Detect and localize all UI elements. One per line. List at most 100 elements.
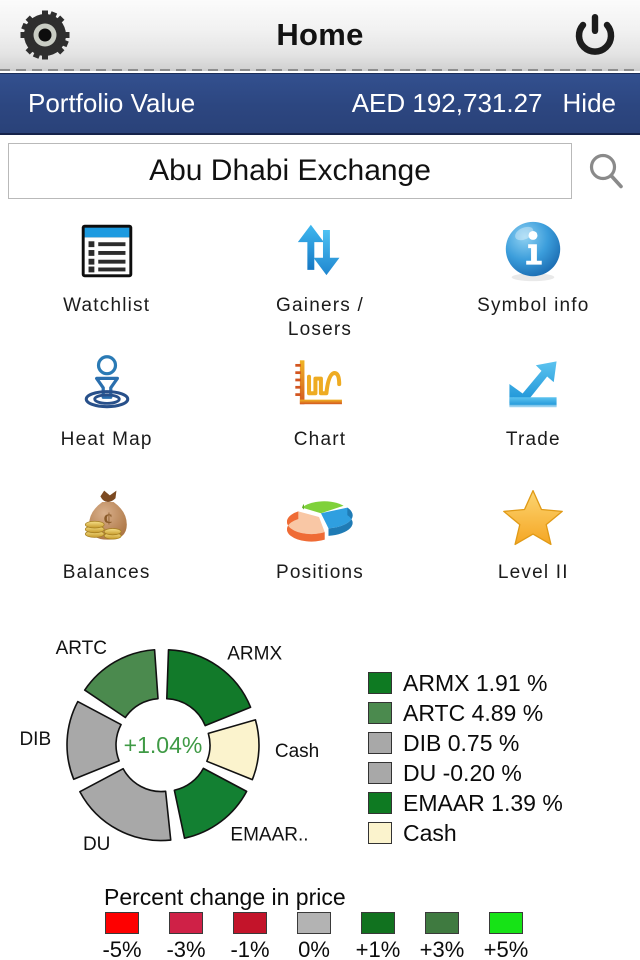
scale-label: -3% — [166, 937, 206, 960]
donut-slice-label: EMAAR.. — [230, 824, 308, 845]
portfolio-value-amount: AED 192,731.27 — [351, 88, 543, 118]
scale-label: 0% — [298, 937, 330, 960]
donut-slice-label: ARTC — [56, 638, 107, 659]
donut-graphic[interactable]: ARMX Cash EMAAR.. DU DIB ARTC +1.04% — [18, 630, 348, 860]
heatmap-pin-icon — [74, 348, 140, 422]
legend-label: Cash — [403, 819, 457, 846]
grid-item-level-ii[interactable]: Level II — [427, 475, 640, 608]
scale-item: -3% — [154, 912, 218, 960]
legend-label: EMAAR 1.39 % — [403, 789, 563, 816]
grid-item-label: Balances — [62, 562, 151, 583]
donut-slice[interactable] — [66, 700, 122, 781]
donut-slice[interactable] — [206, 719, 260, 781]
legend-swatch — [368, 762, 392, 784]
scale-label: +1% — [355, 937, 401, 960]
scale-item: 0% — [282, 912, 346, 960]
line-chart-icon — [288, 348, 352, 422]
search-button[interactable] — [572, 152, 640, 190]
legend-swatch — [368, 732, 392, 754]
home-screen: Home Portfolio Value AED 192,731.27 Hide… — [0, 0, 640, 960]
scale-item: -5% — [90, 912, 154, 960]
grid-item-symbol-info[interactable]: Symbol info — [427, 208, 640, 342]
star-icon — [500, 481, 566, 555]
donut-slice-label: DIB — [19, 729, 51, 750]
hide-portfolio-button[interactable]: Hide — [563, 88, 616, 119]
search-input[interactable]: Abu Dhabi Exchange — [8, 143, 572, 199]
grid-item-trade[interactable]: Trade — [427, 342, 640, 475]
scale-title: Percent change in price — [104, 884, 346, 910]
search-icon[interactable] — [587, 152, 625, 190]
list-icon — [73, 214, 141, 288]
title-bar: Home — [0, 0, 640, 71]
power-button[interactable] — [550, 12, 640, 58]
percent-change-scale: Percent change in price -5% -3% -1% 0% +1% +3… — [0, 884, 640, 960]
portfolio-value-label: Portfolio Value — [28, 88, 196, 118]
info-icon — [499, 214, 567, 288]
legend-label: DU -0.20 % — [403, 759, 522, 786]
portfolio-value-bar: Portfolio Value AED 192,731.27 Hide — [0, 73, 640, 135]
scale-swatch — [169, 912, 203, 934]
grid-item-heat-map[interactable]: Heat Map — [0, 342, 213, 475]
scale-items: -5% -3% -1% 0% +1% +3% +5% — [90, 912, 538, 960]
legend-item: ARTC 4.89 % — [368, 700, 563, 726]
trend-up-icon — [500, 348, 566, 422]
scale-item: +3% — [410, 912, 474, 960]
legend-label: ARTC 4.89 % — [403, 699, 544, 726]
up-down-arrows-icon — [287, 214, 353, 288]
scale-label: -1% — [230, 937, 270, 960]
legend-item: Cash — [368, 820, 563, 846]
grid-item-label: Symbol info — [477, 295, 590, 316]
legend-label: ARMX 1.91 % — [403, 669, 548, 696]
scale-swatch — [489, 912, 523, 934]
legend-item: EMAAR 1.39 % — [368, 790, 563, 816]
scale-item: +5% — [474, 912, 538, 960]
legend-item: DU -0.20 % — [368, 760, 563, 786]
settings-button[interactable] — [0, 10, 90, 60]
chart-legend: ARMX 1.91 % ARTC 4.89 % DIB 0.75 % DU -0… — [368, 670, 563, 846]
pie-chart-icon — [286, 481, 353, 555]
gear-icon[interactable] — [20, 10, 70, 60]
grid-item-label: Heat Map — [60, 429, 153, 450]
donut-slice[interactable] — [79, 767, 172, 842]
donut-slice-label: DU — [83, 834, 110, 855]
legend-swatch — [368, 702, 392, 724]
grid-item-label: Gainers / Losers — [276, 295, 364, 340]
grid-item-chart[interactable]: Chart — [213, 342, 426, 475]
search-input-value: Abu Dhabi Exchange — [149, 154, 431, 187]
legend-swatch — [368, 822, 392, 844]
donut-center-label: +1.04% — [124, 732, 203, 758]
feature-grid: Watchlist Gainers / Losers Symbol info H… — [0, 208, 640, 608]
svg-text:¢: ¢ — [103, 509, 112, 529]
donut-slice[interactable] — [83, 648, 159, 719]
legend-label: DIB 0.75 % — [403, 729, 520, 756]
legend-swatch — [368, 672, 392, 694]
scale-label: -5% — [102, 937, 142, 960]
legend-item: ARMX 1.91 % — [368, 670, 563, 696]
grid-item-watchlist[interactable]: Watchlist — [0, 208, 213, 342]
grid-item-label: Trade — [505, 429, 561, 450]
grid-item-positions[interactable]: Positions — [213, 475, 426, 608]
search-row: Abu Dhabi Exchange — [0, 140, 640, 202]
scale-swatch — [233, 912, 267, 934]
page-title: Home — [276, 16, 364, 52]
scale-swatch — [297, 912, 331, 934]
legend-item: DIB 0.75 % — [368, 730, 563, 756]
money-bag-icon: ¢ — [74, 481, 140, 555]
donut-slice-label: ARMX — [227, 643, 282, 664]
donut-slice-label: Cash — [275, 741, 319, 762]
scale-swatch — [105, 912, 139, 934]
legend-swatch — [368, 792, 392, 814]
grid-item-label: Watchlist — [63, 295, 151, 316]
scale-swatch — [361, 912, 395, 934]
grid-item-label: Chart — [293, 429, 347, 450]
scale-item: +1% — [346, 912, 410, 960]
scale-swatch — [425, 912, 459, 934]
grid-item-balances[interactable]: ¢ Balances — [0, 475, 213, 608]
grid-item-gainers-losers[interactable]: Gainers / Losers — [213, 208, 426, 342]
grid-item-label: Level II — [497, 562, 569, 583]
portfolio-donut-chart: ARMX Cash EMAAR.. DU DIB ARTC +1.04% ARMX 1.91… — [0, 620, 640, 870]
scale-label: +5% — [483, 937, 529, 960]
scale-item: -1% — [218, 912, 282, 960]
scale-label: +3% — [419, 937, 465, 960]
power-icon[interactable] — [572, 12, 618, 58]
